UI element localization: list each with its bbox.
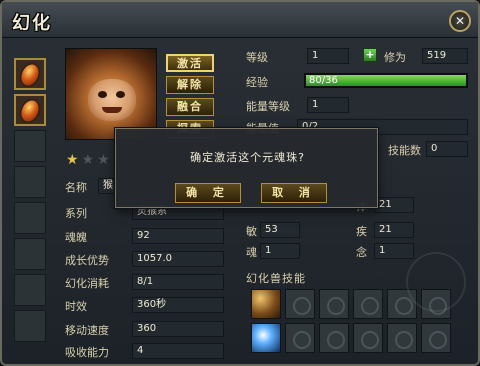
confirm-dialog: 确定激活这个元魂珠? 确 定 取 消 bbox=[115, 128, 378, 208]
modal-overlay: 确定激活这个元魂珠? 确 定 取 消 bbox=[0, 0, 480, 366]
cancel-button[interactable]: 取 消 bbox=[261, 183, 327, 203]
confirm-button[interactable]: 确 定 bbox=[175, 183, 241, 203]
dialog-message: 确定激活这个元魂珠? bbox=[190, 151, 305, 164]
